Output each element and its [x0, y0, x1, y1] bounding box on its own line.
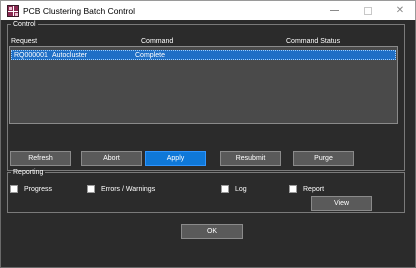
- refresh-button[interactable]: Refresh: [10, 151, 71, 166]
- control-legend: Control: [13, 21, 36, 28]
- report-label: Report: [303, 185, 325, 193]
- errors-warnings-label: Errors / Warnings: [101, 185, 156, 193]
- view-button[interactable]: View: [311, 196, 372, 211]
- ok-button[interactable]: OK: [181, 224, 243, 239]
- apply-button[interactable]: Apply: [145, 151, 206, 166]
- column-header-command[interactable]: Command: [141, 38, 173, 45]
- checkbox-box[interactable]: [289, 185, 297, 193]
- progress-label: Progress: [24, 185, 53, 193]
- resubmit-button[interactable]: Resubmit: [220, 151, 281, 166]
- column-header-command-status[interactable]: Command Status: [286, 38, 340, 45]
- command-cell: Complete: [135, 52, 165, 59]
- request-id-cell: RQ000001: [14, 52, 48, 59]
- pcb-app-icon: [7, 5, 19, 17]
- purge-button[interactable]: Purge: [293, 151, 354, 166]
- minimize-button[interactable]: [317, 1, 351, 20]
- errors-warnings-checkbox[interactable]: Errors / Warnings: [87, 185, 155, 193]
- checkbox-box[interactable]: [221, 185, 229, 193]
- log-checkbox[interactable]: Log: [221, 185, 247, 193]
- reporting-legend: Reporting: [13, 169, 44, 176]
- close-icon: ✕: [395, 5, 405, 16]
- progress-checkbox[interactable]: Progress: [10, 185, 52, 193]
- checkbox-box[interactable]: [87, 185, 95, 193]
- minimize-icon: [329, 10, 339, 11]
- abort-button[interactable]: Abort: [81, 151, 142, 166]
- report-checkbox[interactable]: Report: [289, 185, 324, 193]
- title-bar: PCB Clustering Batch Control ✕: [0, 0, 416, 20]
- column-header-request[interactable]: Request: [11, 38, 37, 45]
- dialog-body: Control Request Command Command Status R…: [0, 20, 416, 268]
- window-title: PCB Clustering Batch Control: [23, 6, 135, 16]
- request-list[interactable]: RQ000001 Autocluster Complete: [9, 46, 398, 124]
- close-button[interactable]: ✕: [383, 1, 416, 20]
- maximize-icon: [364, 6, 372, 15]
- checkbox-box[interactable]: [10, 185, 18, 193]
- maximize-button[interactable]: [351, 1, 385, 20]
- log-label: Log: [235, 185, 247, 193]
- request-type-cell: Autocluster: [52, 52, 88, 59]
- list-item[interactable]: RQ000001 Autocluster Complete: [11, 50, 396, 60]
